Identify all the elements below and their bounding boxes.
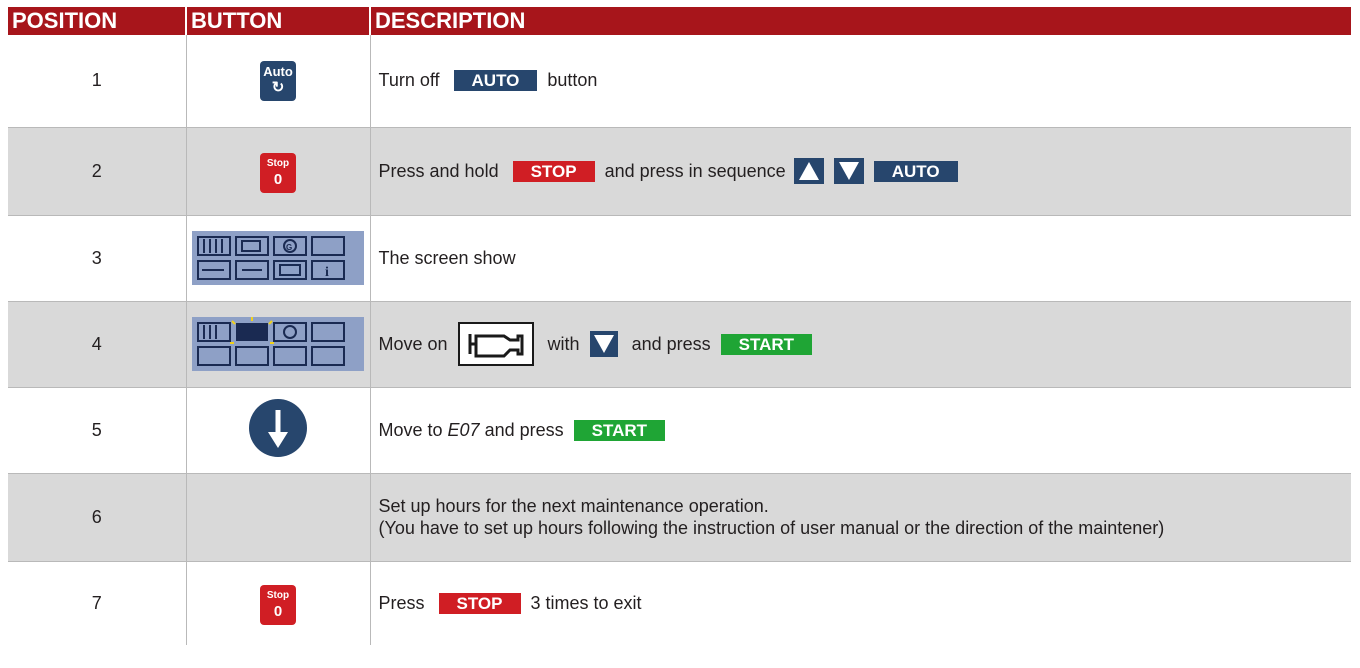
position-cell: 1 bbox=[8, 35, 186, 128]
table-row: 7 Stop 0 Press STOP 3 times to exit bbox=[8, 561, 1351, 645]
button-cell: Stop 0 bbox=[185, 561, 370, 645]
auto-label: AUTO bbox=[453, 70, 538, 92]
description-cell: The screen show bbox=[369, 215, 1351, 302]
position-cell: 6 bbox=[8, 473, 186, 562]
engine-icon bbox=[457, 322, 534, 366]
menu-screen-engine-selected-icon bbox=[192, 317, 364, 371]
description-cell: Move on with and press START bbox=[369, 301, 1351, 388]
description-cell: Move to E07 and press START bbox=[369, 387, 1351, 474]
table-row: 4 Move on with and press START bbox=[8, 301, 1351, 388]
button-cell bbox=[185, 301, 370, 388]
start-label: START bbox=[720, 333, 813, 355]
description-cell: Turn off AUTO button bbox=[369, 35, 1351, 128]
stop-key-icon: Stop 0 bbox=[260, 152, 296, 193]
button-cell: Stop 0 bbox=[185, 127, 370, 216]
menu-screen-icon: G i bbox=[192, 231, 364, 285]
position-cell: 7 bbox=[91, 592, 102, 613]
procedure-table: POSITION BUTTON DESCRIPTION 1 Auto ↻ Tur… bbox=[8, 7, 1351, 645]
button-cell bbox=[185, 473, 370, 562]
position-cell: 2 bbox=[8, 127, 186, 216]
header-description: DESCRIPTION bbox=[370, 7, 1351, 35]
stop-label: STOP bbox=[438, 592, 521, 614]
description-cell: Set up hours for the next maintenance op… bbox=[369, 473, 1351, 562]
svg-text:G: G bbox=[286, 243, 292, 252]
triangle-up-icon bbox=[793, 158, 824, 184]
down-arrow-circle-icon bbox=[249, 398, 307, 457]
stop-key-icon: Stop 0 bbox=[260, 584, 296, 625]
auto-key-icon: Auto ↻ bbox=[260, 61, 296, 102]
header-row: POSITION BUTTON DESCRIPTION bbox=[8, 7, 1351, 35]
header-button: BUTTON bbox=[186, 7, 371, 35]
table-row: 6 Set up hours for the next maintenance … bbox=[8, 473, 1351, 562]
button-cell bbox=[185, 387, 370, 474]
description-cell: Press and hold STOP and press in sequenc… bbox=[369, 127, 1351, 216]
auto-label: AUTO bbox=[873, 160, 958, 182]
position-cell: 3 bbox=[8, 215, 186, 302]
table-row: 3 G i The screen show bbox=[8, 215, 1351, 302]
position-cell: 4 bbox=[8, 301, 186, 388]
button-cell: Auto ↻ bbox=[185, 35, 370, 128]
table-row: 2 Stop 0 Press and hold STOP and press i… bbox=[8, 127, 1351, 216]
triangle-down-icon bbox=[833, 158, 864, 184]
svg-text:i: i bbox=[325, 265, 329, 280]
header-position: POSITION bbox=[8, 7, 187, 35]
table-row: 5 Move to E07 and press START bbox=[8, 387, 1351, 474]
position-cell: 5 bbox=[8, 387, 186, 474]
stop-label: STOP bbox=[512, 160, 595, 182]
triangle-down-icon bbox=[589, 331, 618, 357]
start-label: START bbox=[573, 419, 666, 441]
button-cell: G i bbox=[185, 215, 370, 302]
table-row: 1 Auto ↻ Turn off AUTO button bbox=[8, 35, 1351, 128]
description-cell: Press STOP 3 times to exit bbox=[369, 561, 1351, 645]
